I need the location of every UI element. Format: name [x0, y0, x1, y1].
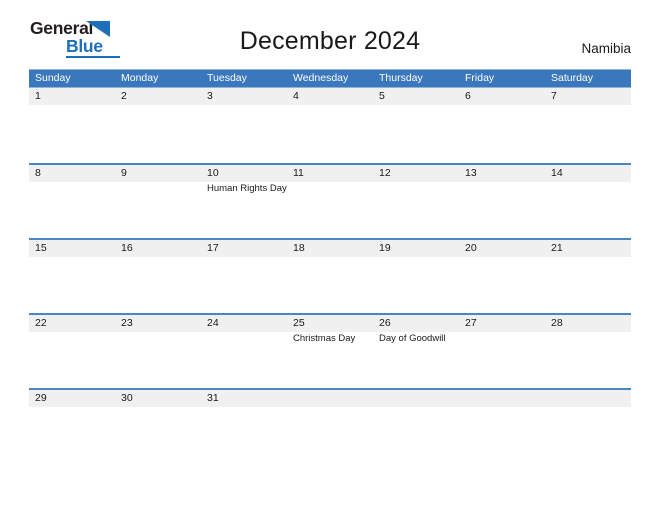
date-number: 16 [121, 242, 133, 254]
calendar-day-cell-8[interactable]: 8 [29, 165, 115, 240]
calendar-day-cell-1[interactable]: 1 [29, 88, 115, 163]
date-number: 25 [293, 317, 305, 329]
calendar-day-cell-17[interactable]: 17 [201, 240, 287, 315]
calendar-week-row: 8 9 10 Human Rights Day 11 12 13 14 [29, 163, 631, 238]
date-number: 10 [207, 167, 219, 179]
weekday-header-row: Sunday Monday Tuesday Wednesday Thursday Frid… [29, 69, 631, 88]
date-number: 29 [35, 392, 47, 404]
weekday-header-friday: Friday [465, 72, 495, 84]
date-number: 28 [551, 317, 563, 329]
date-number: 27 [465, 317, 477, 329]
calendar-day-cell-20[interactable]: 20 [459, 240, 545, 315]
calendar-week-row: 22 23 24 25 Christmas Day 26 Day of Goodwill 27… [29, 313, 631, 388]
calendar-day-cell-29[interactable]: 29 [29, 390, 115, 465]
calendar-day-cell-2[interactable]: 2 [115, 88, 201, 163]
date-number: 13 [465, 167, 477, 179]
calendar-day-cell-25[interactable]: 25 Christmas Day [287, 315, 373, 390]
weekday-header-sunday: Sunday [35, 72, 71, 84]
date-number: 22 [35, 317, 47, 329]
calendar-day-cell-26[interactable]: 26 Day of Goodwill [373, 315, 459, 390]
calendar-day-cell-empty [287, 390, 373, 465]
date-number: 20 [465, 242, 477, 254]
country-label: Namibia [581, 41, 631, 56]
calendar-day-cell-22[interactable]: 22 [29, 315, 115, 390]
date-number: 4 [293, 90, 299, 102]
date-number: 26 [379, 317, 391, 329]
calendar-day-cell-31[interactable]: 31 [201, 390, 287, 465]
calendar-day-cell-6[interactable]: 6 [459, 88, 545, 163]
date-number: 12 [379, 167, 391, 179]
calendar-week-row: 1 2 3 4 5 6 7 [29, 88, 631, 163]
calendar-day-cell-10[interactable]: 10 Human Rights Day [201, 165, 287, 240]
weekday-header-monday: Monday [121, 72, 159, 84]
calendar-weeks: 1 2 3 4 5 6 7 8 9 10 Human Rights Day 11 12 13 14 15 16 1… [29, 88, 631, 463]
date-number: 2 [121, 90, 127, 102]
date-number: 8 [35, 167, 41, 179]
calendar-day-cell-9[interactable]: 9 [115, 165, 201, 240]
date-number: 7 [551, 90, 557, 102]
date-number: 1 [35, 90, 41, 102]
date-number: 11 [293, 167, 304, 179]
date-number: 14 [551, 167, 563, 179]
calendar-day-cell-28[interactable]: 28 [545, 315, 631, 390]
calendar-day-cell-4[interactable]: 4 [287, 88, 373, 163]
event-list: Human Rights Day [201, 182, 287, 195]
page-title: December 2024 [239, 27, 421, 55]
weekday-header-wednesday: Wednesday [293, 72, 349, 84]
date-number: 17 [207, 242, 219, 254]
page-header: General Blue December 2024 Namibia [0, 0, 660, 68]
calendar-day-cell-23[interactable]: 23 [115, 315, 201, 390]
date-number: 5 [379, 90, 385, 102]
logo-underline [66, 56, 120, 58]
calendar-week-row: 29 30 31 [29, 388, 631, 463]
weekday-header-saturday: Saturday [551, 72, 594, 84]
calendar-day-cell-14[interactable]: 14 [545, 165, 631, 240]
calendar-page: General Blue December 2024 Namibia Sunda… [0, 0, 660, 510]
date-number: 19 [379, 242, 391, 254]
calendar-day-cell-30[interactable]: 30 [115, 390, 201, 465]
calendar-day-cell-19[interactable]: 19 [373, 240, 459, 315]
calendar-day-cell-18[interactable]: 18 [287, 240, 373, 315]
date-number: 18 [293, 242, 305, 254]
calendar-day-cell-13[interactable]: 13 [459, 165, 545, 240]
calendar-day-cell-16[interactable]: 16 [115, 240, 201, 315]
calendar-day-cell-27[interactable]: 27 [459, 315, 545, 390]
calendar-day-cell-empty [373, 390, 459, 465]
date-number: 3 [207, 90, 213, 102]
calendar-grid: Sunday Monday Tuesday Wednesday Thursday Frid… [29, 69, 631, 463]
event-item: Christmas Day [293, 333, 356, 344]
event-item: Human Rights Day [207, 183, 287, 194]
calendar-day-cell-21[interactable]: 21 [545, 240, 631, 315]
calendar-day-cell-12[interactable]: 12 [373, 165, 459, 240]
calendar-day-cell-24[interactable]: 24 [201, 315, 287, 390]
date-number: 6 [465, 90, 471, 102]
event-item: Day of Goodwill [379, 333, 446, 344]
weekday-header-tuesday: Tuesday [207, 72, 247, 84]
date-number: 30 [121, 392, 133, 404]
event-list: Day of Goodwill [373, 332, 459, 345]
calendar-day-cell-15[interactable]: 15 [29, 240, 115, 315]
date-number: 24 [207, 317, 219, 329]
calendar-day-cell-empty [459, 390, 545, 465]
date-number: 9 [121, 167, 127, 179]
calendar-day-cell-5[interactable]: 5 [373, 88, 459, 163]
weekday-header-thursday: Thursday [379, 72, 423, 84]
calendar-week-row: 15 16 17 18 19 20 21 [29, 238, 631, 313]
calendar-day-cell-empty [545, 390, 631, 465]
calendar-day-cell-11[interactable]: 11 [287, 165, 373, 240]
date-number: 21 [551, 242, 563, 254]
date-number: 31 [207, 392, 219, 404]
calendar-day-cell-3[interactable]: 3 [201, 88, 287, 163]
calendar-day-cell-7[interactable]: 7 [545, 88, 631, 163]
event-list: Christmas Day [287, 332, 373, 345]
date-number: 15 [35, 242, 47, 254]
date-number: 23 [121, 317, 133, 329]
